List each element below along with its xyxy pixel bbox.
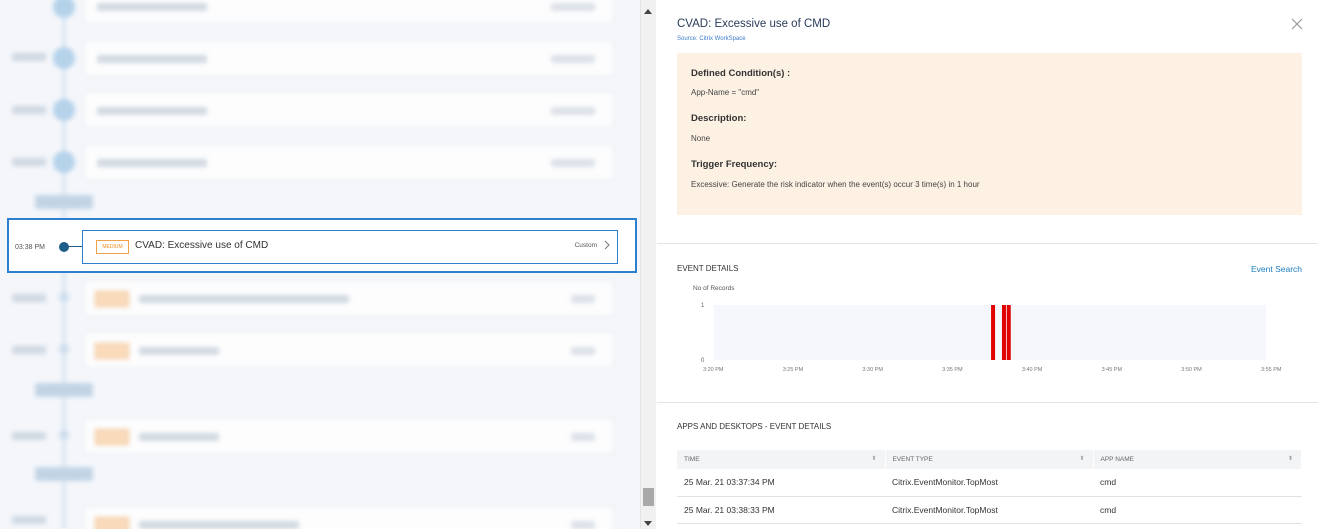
timeline-card[interactable]: [84, 332, 614, 368]
timeline-dot: [59, 344, 69, 354]
event-search-link[interactable]: Event Search: [1251, 264, 1302, 274]
chart-ytick-label: 1: [701, 303, 705, 309]
timeline-time: [12, 294, 46, 302]
table-row: 25 Mar. 21 03:37:34 PM Citrix.EventMonit…: [677, 469, 1302, 497]
chart-ytick-label: 0: [701, 358, 705, 364]
panel-source: Source: Citrix WorkSpace: [677, 36, 746, 42]
section-divider: [657, 402, 1318, 403]
sort-icon[interactable]: ⬍: [1079, 455, 1084, 462]
timeline-time: [12, 53, 46, 61]
close-icon[interactable]: [1290, 17, 1304, 31]
cell-time: 25 Mar. 21 03:38:33 PM: [677, 496, 885, 524]
column-header-app-name[interactable]: APP NAME ⬍: [1093, 450, 1302, 469]
cell-event-type: Citrix.EventMonitor.TopMost: [885, 469, 1093, 497]
timeline-date-chip: [35, 195, 93, 209]
timeline-dot: [53, 151, 75, 173]
timeline-dot: [59, 292, 69, 302]
timeline-card[interactable]: [84, 144, 614, 180]
timeline-dot: [59, 242, 69, 252]
timeline-time: [12, 158, 46, 166]
indicator-type: Custom: [574, 242, 597, 249]
chart-bar[interactable]: [1001, 305, 1006, 360]
timeline-dot: [53, 99, 75, 121]
description-label: Description:: [691, 113, 747, 124]
chevron-right-icon[interactable]: [601, 238, 613, 252]
timeline-selected-row[interactable]: 03:38 PM MEDIUM CVAD: Excessive use of C…: [7, 218, 637, 273]
apps-event-table: TIME ⬍ EVENT TYPE ⬍ APP NAME ⬍ 25 Mar. 21 0…: [677, 450, 1302, 524]
timeline-time: 03:38 PM: [15, 244, 45, 251]
chart-xtick-label: 3:55 PM: [1261, 367, 1282, 373]
chart-bar[interactable]: [991, 305, 996, 360]
column-header-event-type[interactable]: EVENT TYPE ⬍: [885, 450, 1094, 469]
timeline-dot: [53, 0, 75, 18]
chart-ylabel: No of Records: [693, 285, 735, 292]
chart-xtick-label: 3:30 PM: [862, 367, 883, 373]
timeline-pane: 03:38 PM MEDIUM CVAD: Excessive use of C…: [0, 0, 640, 529]
timeline-time: [12, 432, 46, 440]
timeline-card[interactable]: [84, 506, 614, 529]
cell-app-name: cmd: [1093, 469, 1302, 497]
timeline-card[interactable]: [84, 40, 614, 76]
chart-xtick-label: 3:45 PM: [1102, 367, 1123, 373]
chart-plot-area: [714, 305, 1266, 360]
chart-xtick-label: 3:40 PM: [1022, 367, 1043, 373]
scroll-down-arrow-icon[interactable]: [644, 521, 652, 526]
scrollbar[interactable]: [640, 0, 656, 529]
panel-title: CVAD: Excessive use of CMD: [677, 18, 831, 30]
timeline-card[interactable]: [84, 280, 614, 316]
timeline-card[interactable]: [84, 0, 614, 24]
chart-xtick-label: 3:25 PM: [783, 367, 804, 373]
timeline-time: [12, 516, 46, 524]
apps-desktops-title: APPS AND DESKTOPS - EVENT DETAILS: [677, 422, 832, 431]
cell-event-type: Citrix.EventMonitor.TopMost: [885, 496, 1093, 524]
conditions-box: Defined Condition(s) : App-Name = "cmd" …: [677, 53, 1302, 215]
timeline-date-chip: [35, 383, 93, 397]
timeline-dot: [53, 47, 75, 69]
chart-xtick-label: 3:50 PM: [1181, 367, 1202, 373]
timeline-date-chip: [35, 467, 93, 481]
sort-icon[interactable]: ⬍: [1288, 455, 1293, 462]
timeline-card[interactable]: [84, 418, 614, 454]
selected-indicator-card[interactable]: MEDIUM CVAD: Excessive use of CMD Custom: [82, 230, 618, 264]
trigger-frequency-label: Trigger Frequency:: [691, 159, 778, 170]
defined-conditions-value: App-Name = "cmd": [691, 88, 760, 97]
table-row: 25 Mar. 21 03:38:33 PM Citrix.EventMonit…: [677, 496, 1302, 524]
detail-panel: CVAD: Excessive use of CMD Source: Citri…: [657, 0, 1318, 529]
sort-icon[interactable]: ⬍: [871, 455, 876, 462]
cell-app-name: cmd: [1093, 496, 1302, 524]
chart-bar[interactable]: [1006, 305, 1011, 360]
chart-xtick-label: 3:20 PM: [703, 367, 724, 373]
event-details-title: EVENT DETAILS: [677, 264, 739, 273]
severity-badge: MEDIUM: [96, 240, 129, 254]
timeline-time: [12, 346, 46, 354]
column-header-time[interactable]: TIME ⬍: [677, 450, 886, 469]
cell-time: 25 Mar. 21 03:37:34 PM: [677, 469, 885, 497]
description-value: None: [691, 134, 711, 143]
timeline-card[interactable]: [84, 92, 614, 128]
defined-conditions-label: Defined Condition(s) :: [691, 68, 791, 79]
scrollbar-thumb[interactable]: [643, 488, 654, 506]
scroll-up-arrow-icon[interactable]: [644, 9, 652, 14]
indicator-title: CVAD: Excessive use of CMD: [135, 240, 269, 251]
chart-xtick-label: 3:35 PM: [942, 367, 963, 373]
event-records-chart: No of Records 0 1 3:20 PM 3:25 PM 3:30 PM 3:…: [693, 285, 1282, 373]
trigger-frequency-value: Excessive: Generate the risk indicator w…: [691, 180, 980, 189]
section-divider: [657, 243, 1318, 244]
timeline-time: [12, 106, 46, 114]
timeline-connector: [67, 246, 83, 247]
timeline-dot: [59, 430, 69, 440]
